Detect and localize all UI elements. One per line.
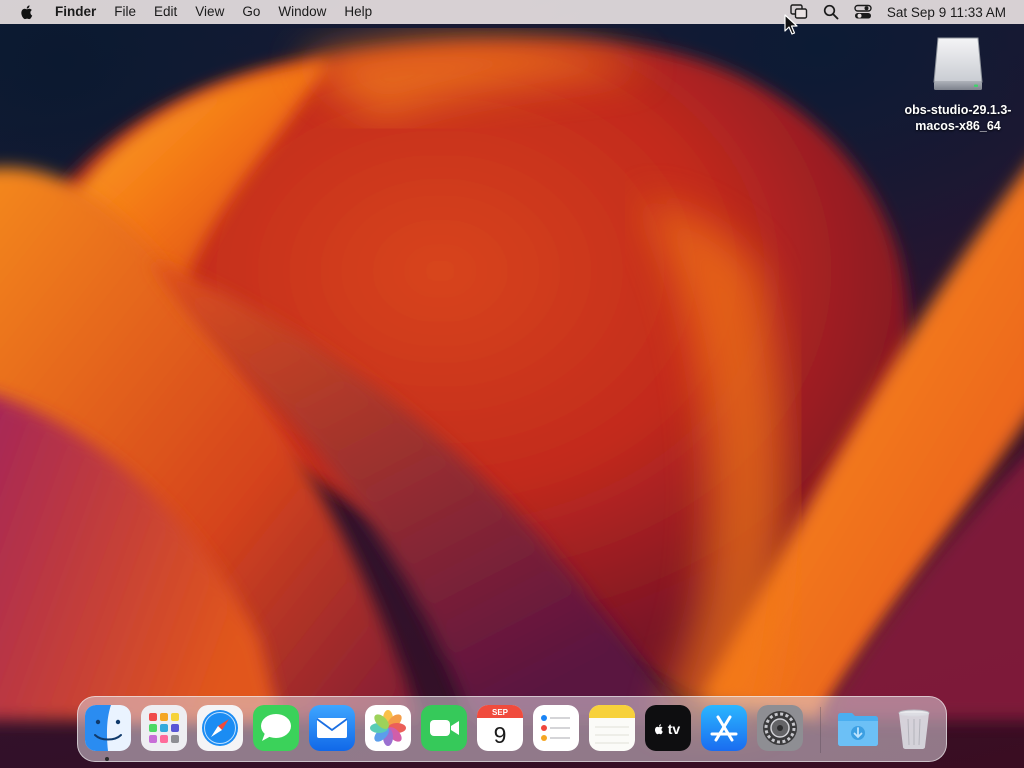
app-menu-finder[interactable]: Finder	[55, 0, 105, 24]
mouse-cursor-icon	[784, 14, 798, 35]
dock-safari[interactable]	[197, 705, 243, 751]
dock-separator	[820, 707, 821, 753]
reminders-icon	[533, 705, 579, 751]
menu-window[interactable]: Window	[269, 0, 335, 24]
menu-edit[interactable]: Edit	[145, 0, 186, 24]
apple-menu-icon[interactable]	[17, 2, 37, 22]
dock-downloads[interactable]	[835, 705, 881, 751]
mail-icon	[309, 705, 355, 751]
spotlight-search-icon[interactable]	[820, 0, 842, 24]
facetime-icon	[421, 705, 467, 751]
calendar-day-label: 9	[494, 722, 507, 748]
dock-finder[interactable]	[85, 705, 131, 751]
menu-bar-clock[interactable]: Sat Sep 9 11:33 AM	[887, 5, 1006, 20]
dock-apple-tv[interactable]: tv	[645, 705, 691, 751]
trash-icon	[898, 709, 930, 749]
menu-bar: Finder File Edit View Go Window Help Sat…	[0, 0, 1024, 24]
photos-icon	[365, 705, 411, 751]
menu-file[interactable]: File	[105, 0, 145, 24]
finder-icon	[85, 705, 131, 751]
menu-view[interactable]: View	[186, 0, 233, 24]
dock-launchpad[interactable]	[141, 705, 187, 751]
notes-icon	[589, 705, 635, 751]
disk-image-icon	[933, 37, 983, 90]
menu-help[interactable]: Help	[335, 0, 381, 24]
apple-tv-icon: tv	[645, 705, 691, 751]
desktop-wallpaper	[0, 0, 1024, 768]
downloads-folder-icon	[838, 713, 878, 746]
dock-messages[interactable]	[253, 705, 299, 751]
dock-facetime[interactable]	[421, 705, 467, 751]
dock-calendar[interactable]: SEP 9	[477, 705, 523, 751]
system-settings-icon	[757, 705, 803, 751]
messages-icon	[253, 705, 299, 751]
apple-tv-label: tv	[668, 721, 681, 737]
calendar-icon: SEP 9	[477, 705, 523, 751]
menu-go[interactable]: Go	[233, 0, 269, 24]
control-center-icon[interactable]	[852, 0, 874, 24]
finder-running-indicator	[105, 757, 109, 761]
dock-mail[interactable]	[309, 705, 355, 751]
dock-reminders[interactable]	[533, 705, 579, 751]
dock-photos[interactable]	[365, 705, 411, 751]
safari-icon	[197, 705, 243, 751]
dock-notes[interactable]	[589, 705, 635, 751]
desktop-item-label: obs-studio-29.1.3-macos-x86_64	[904, 103, 1012, 133]
dock-trash[interactable]	[891, 705, 937, 751]
calendar-month-label: SEP	[492, 708, 509, 717]
launchpad-icon	[141, 705, 187, 751]
dock-system-settings[interactable]	[757, 705, 803, 751]
dock-app-store[interactable]	[701, 705, 747, 751]
app-store-icon	[701, 705, 747, 751]
dock: SEP 9 tv	[77, 696, 947, 762]
desktop-item-obs-disk-image[interactable]: obs-studio-29.1.3-macos-x86_64	[896, 34, 1020, 134]
